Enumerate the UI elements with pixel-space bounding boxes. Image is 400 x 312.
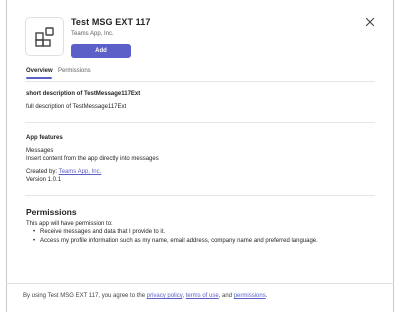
permissions-link[interactable]: permissions (234, 293, 266, 299)
terms-of-use-link[interactable]: terms of use (186, 293, 219, 299)
permissions-heading: Permissions (26, 207, 77, 217)
footer-divider (6, 283, 394, 284)
app-publisher: Teams App, Inc. (71, 31, 114, 37)
app-features-heading: App features (26, 135, 63, 141)
app-icon (25, 17, 64, 56)
permission-item: Receive messages and data that I provide… (33, 228, 318, 237)
section-divider (25, 195, 375, 196)
tabs-divider (25, 81, 375, 82)
footer-suffix: . (265, 293, 268, 299)
short-description: short description of TestMessage117Ext (26, 91, 141, 97)
created-by-link[interactable]: Teams App, Inc. (59, 169, 102, 175)
full-description: full description of TestMessage117Ext (26, 104, 127, 110)
tab-selected-indicator (26, 77, 52, 79)
app-grid-icon (34, 26, 54, 47)
app-version: Version 1.0.1 (26, 177, 62, 183)
feature-name: Messages (26, 148, 54, 154)
footer-consent: By using Test MSG EXT 117, you agree to … (23, 293, 267, 299)
permissions-list: Receive messages and data that I provide… (33, 228, 318, 246)
app-title: Test MSG EXT 117 (71, 17, 151, 27)
section-divider (25, 122, 375, 123)
footer-prefix: By using Test MSG EXT 117, you agree to … (23, 293, 146, 299)
created-by-label: Created by: (26, 169, 58, 175)
permissions-intro: This app will have permission to: (26, 221, 113, 227)
permission-item: Access my profile information such as my… (33, 237, 318, 246)
tab-overview[interactable]: Overview (26, 68, 53, 74)
footer-separator: , (182, 293, 184, 299)
footer-separator: , and (218, 293, 233, 299)
add-button[interactable]: Add (71, 44, 131, 58)
tab-permissions[interactable]: Permissions (58, 68, 91, 74)
close-icon[interactable] (364, 16, 376, 28)
feature-description: Insert content from the app directly int… (26, 156, 159, 162)
created-by: Created by: Teams App, Inc. (26, 169, 101, 175)
privacy-policy-link[interactable]: privacy policy (147, 293, 183, 299)
